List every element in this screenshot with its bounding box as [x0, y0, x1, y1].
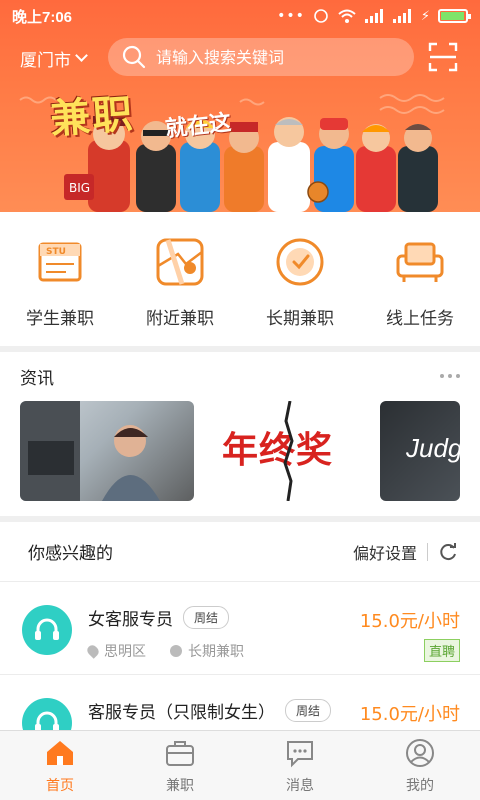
status-bar: 晚上7:06 ••• ⚡: [0, 0, 480, 32]
sofa-icon: [396, 242, 444, 282]
search-input[interactable]: [156, 47, 396, 67]
interest-section: 你感兴趣的 偏好设置 女客服专员 周结 思明区 长期兼职 15.0元/小时 直聘…: [0, 522, 480, 748]
news-card[interactable]: Judg: [380, 401, 460, 501]
job-price: 15.0元/小时: [359, 611, 460, 632]
wifi-icon: [338, 9, 356, 23]
job-tag: 周结: [285, 699, 332, 722]
interest-title: 你感兴趣的: [28, 544, 113, 564]
category-label: 附近兼职: [146, 309, 214, 329]
tab-label: 兼职: [166, 778, 194, 794]
job-location: 思明区: [104, 644, 146, 660]
interest-header: 你感兴趣的 偏好设置: [0, 522, 480, 582]
student-card-icon: STU: [38, 242, 82, 282]
category-label: 学生兼职: [26, 309, 94, 329]
news-card-text: Judg: [406, 433, 460, 463]
headset-status-icon: [314, 9, 328, 23]
category-student[interactable]: STU 学生兼职: [0, 212, 120, 346]
category-longterm[interactable]: 长期兼职: [240, 212, 360, 346]
tab-home[interactable]: 首页: [0, 731, 120, 800]
home-icon: [47, 741, 73, 765]
preference-settings[interactable]: 偏好设置: [353, 540, 458, 564]
tab-jobs[interactable]: 兼职: [120, 731, 240, 800]
scan-icon[interactable]: [428, 42, 458, 72]
tab-label: 我的: [406, 778, 434, 794]
headset-icon: [35, 618, 59, 640]
bottom-tab-bar: 首页 兼职 消息 我的: [0, 730, 480, 800]
job-badge: 直聘: [423, 639, 460, 662]
tab-label: 消息: [286, 778, 314, 794]
news-card-image: [20, 401, 160, 501]
news-card[interactable]: 年终奖: [212, 401, 364, 501]
search-row: 厦门市: [0, 38, 480, 78]
divider: [427, 542, 428, 561]
more-icon[interactable]: [440, 374, 460, 378]
category-grid: STU 学生兼职 附近兼职 长期兼职 线上任务: [0, 212, 480, 346]
job-avatar: [22, 605, 72, 655]
status-icons: ••• ⚡: [277, 8, 471, 24]
news-title: 资讯: [20, 368, 54, 389]
city-label: 厦门市: [20, 50, 71, 71]
location-pin-icon: [85, 643, 101, 659]
job-item[interactable]: 女客服专员 周结 思明区 长期兼职 15.0元/小时 直聘: [0, 583, 480, 675]
map-icon: [156, 238, 204, 286]
job-title: 女客服专员: [88, 610, 173, 630]
job-tag: 周结: [183, 606, 230, 629]
crack-decoration: [283, 401, 294, 501]
briefcase-icon: [166, 741, 194, 766]
banner-sign-text: BIG: [69, 181, 90, 195]
job-title-row: 客服专员（只限制女生） 周结: [88, 698, 332, 723]
job-price: 15.0元/小时: [359, 704, 460, 725]
tab-profile[interactable]: 我的: [360, 731, 480, 800]
chevron-down-icon: [75, 48, 88, 62]
banner-subtitle: 就在这: [164, 110, 233, 143]
job-title-row: 女客服专员 周结: [88, 605, 230, 630]
banner-title: 兼职: [48, 90, 136, 143]
more-dots-icon: •••: [277, 8, 305, 24]
category-label: 长期兼职: [266, 309, 334, 329]
search-box[interactable]: [108, 38, 414, 76]
news-section: 资讯 年终奖 Judg: [0, 352, 480, 516]
clock-small-icon: [170, 645, 182, 657]
job-title: 客服专员（只限制女生）: [88, 703, 275, 723]
category-nearby[interactable]: 附近兼职: [120, 212, 240, 346]
user-icon: [406, 739, 434, 767]
job-meta: 思明区 长期兼职: [85, 641, 244, 661]
clock-icon: [276, 238, 324, 286]
category-online[interactable]: 线上任务: [360, 212, 480, 346]
header-banner: 晚上7:06 ••• ⚡ 厦门市 请输入搜索关键词 BIG 兼职 就在这: [0, 0, 480, 212]
category-label: 线上任务: [386, 309, 454, 329]
search-icon: [122, 45, 146, 69]
news-header: 资讯: [0, 352, 480, 400]
signal-icon: [364, 9, 383, 23]
city-selector[interactable]: 厦门市: [0, 46, 108, 71]
tab-messages[interactable]: 消息: [240, 731, 360, 800]
battery-icon: [438, 9, 471, 23]
status-time: 晚上7:06: [12, 8, 73, 26]
news-card[interactable]: [20, 401, 194, 501]
tab-label: 首页: [46, 778, 74, 794]
charging-icon: ⚡: [420, 8, 430, 24]
chat-bubble-icon: [287, 741, 313, 768]
svg-text:STU: STU: [46, 247, 66, 257]
news-card-text: 年终奖: [222, 430, 334, 471]
refresh-icon[interactable]: [438, 542, 458, 562]
preference-label: 偏好设置: [352, 543, 417, 563]
signal-icon-2: [392, 9, 411, 23]
job-duration: 长期兼职: [188, 644, 244, 660]
